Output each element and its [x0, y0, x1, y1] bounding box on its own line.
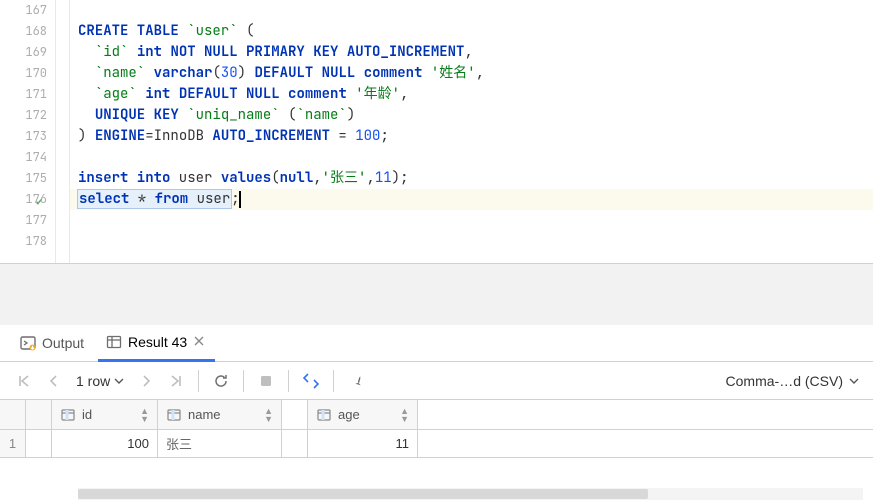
- tab-output[interactable]: Output: [12, 325, 92, 361]
- grid-corner[interactable]: [0, 400, 26, 429]
- export-format-dropdown[interactable]: Comma-…d (CSV): [722, 373, 863, 389]
- reload-button[interactable]: [207, 367, 235, 395]
- tab-result[interactable]: Result 43: [98, 326, 215, 362]
- column-name: age: [338, 407, 360, 422]
- line-number-gutter: 167168169170171172173174175176✔177178: [0, 0, 56, 263]
- prev-page-button[interactable]: [40, 367, 68, 395]
- result-tabs: Output Result 43: [0, 325, 873, 362]
- export-format-label: Comma-…d (CSV): [726, 373, 843, 389]
- chevron-down-icon: [114, 376, 124, 386]
- column-name: id: [82, 407, 92, 422]
- fold-gutter: [56, 0, 70, 263]
- grid-gap: [282, 400, 308, 429]
- column-icon: [166, 407, 182, 423]
- pin-button[interactable]: [342, 367, 370, 395]
- cell-age[interactable]: 11: [308, 430, 418, 457]
- grid-header-row: id ▲▼ name ▲▼ age ▲▼: [0, 400, 873, 430]
- last-page-button[interactable]: [162, 367, 190, 395]
- column-name: name: [188, 407, 221, 422]
- row-gap: [26, 430, 52, 457]
- next-page-button[interactable]: [132, 367, 160, 395]
- row-count-dropdown[interactable]: 1 row: [70, 373, 130, 389]
- output-icon: [20, 335, 36, 351]
- sort-icon[interactable]: ▲▼: [264, 407, 273, 423]
- result-toolbar: 1 row Comma-…d (CSV): [0, 362, 873, 400]
- first-page-button[interactable]: [10, 367, 38, 395]
- code-area[interactable]: CREATE TABLE `user` ( `id` int NOT NULL …: [70, 0, 873, 263]
- result-grid[interactable]: id ▲▼ name ▲▼ age ▲▼ 1 100 张三 11: [0, 400, 873, 458]
- row-number[interactable]: 1: [0, 430, 26, 457]
- cell-gap: [282, 430, 308, 457]
- stop-button[interactable]: [252, 367, 280, 395]
- chevron-down-icon: [849, 376, 859, 386]
- row-count-label: 1 row: [76, 373, 110, 389]
- column-icon: [60, 407, 76, 423]
- tab-output-label: Output: [42, 335, 84, 351]
- column-header-age[interactable]: age ▲▼: [308, 400, 418, 429]
- close-icon[interactable]: [193, 335, 207, 349]
- code-editor[interactable]: 167168169170171172173174175176✔177178 CR…: [0, 0, 873, 263]
- tab-result-label: Result 43: [128, 334, 187, 350]
- grid-corner-2[interactable]: [26, 400, 52, 429]
- cell-id[interactable]: 100: [52, 430, 158, 457]
- panel-divider[interactable]: [0, 263, 873, 325]
- cell-name[interactable]: 张三: [158, 430, 282, 457]
- compare-button[interactable]: [297, 367, 325, 395]
- sort-icon[interactable]: ▲▼: [400, 407, 409, 423]
- column-icon: [316, 407, 332, 423]
- table-row[interactable]: 1 100 张三 11: [0, 430, 873, 458]
- column-header-name[interactable]: name ▲▼: [158, 400, 282, 429]
- table-icon: [106, 334, 122, 350]
- sort-icon[interactable]: ▲▼: [140, 407, 149, 423]
- column-header-id[interactable]: id ▲▼: [52, 400, 158, 429]
